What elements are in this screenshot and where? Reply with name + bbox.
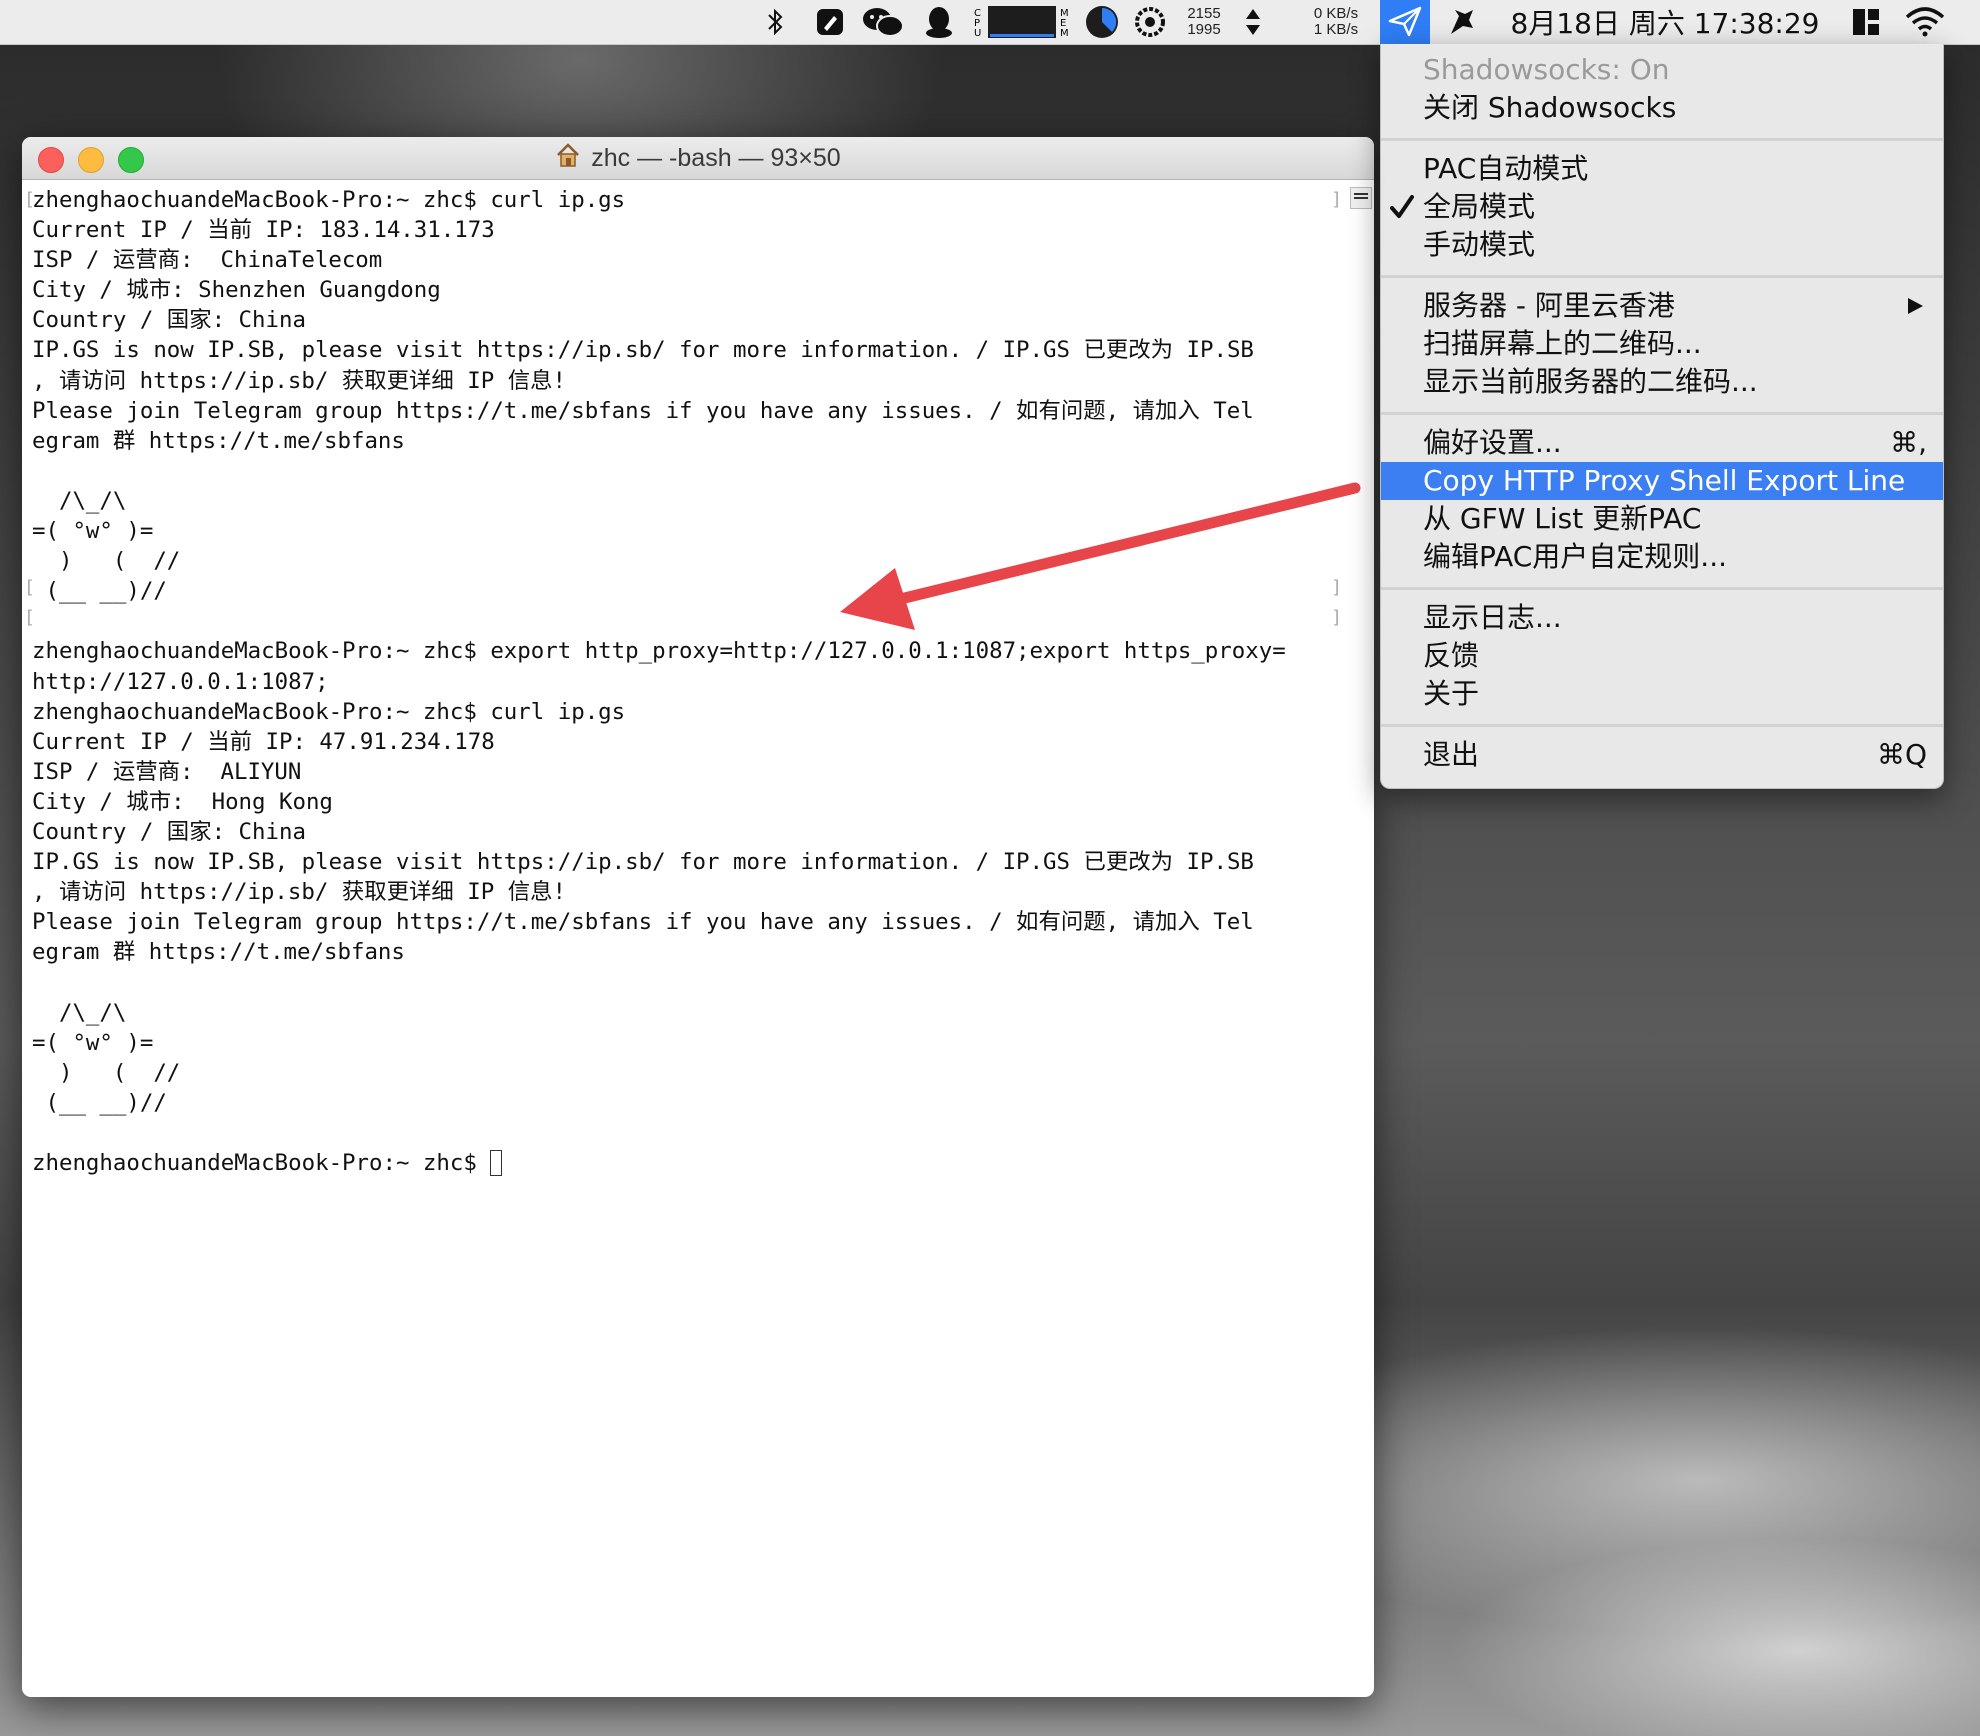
shadowsocks-menu: Shadowsocks: On 关闭 Shadowsocks PAC自动模式 全… <box>1380 44 1944 789</box>
preferences-shortcut: ⌘, <box>1890 426 1927 459</box>
scan-qr-item[interactable]: 扫描屏幕上的二维码... <box>1381 325 1943 363</box>
quit-item[interactable]: 退出 ⌘Q <box>1381 736 1943 774</box>
global-mode-item[interactable]: 全局模式 <box>1381 188 1943 226</box>
pac-mode-item[interactable]: PAC自动模式 <box>1381 150 1943 188</box>
menu-separator <box>1381 412 1943 415</box>
preferences-label: 偏好设置... <box>1423 426 1562 459</box>
quit-label: 退出 <box>1423 738 1480 771</box>
menu-separator <box>1381 724 1943 727</box>
manual-mode-item[interactable]: 手动模式 <box>1381 226 1943 264</box>
feedback-item[interactable]: 反馈 <box>1381 637 1943 675</box>
menu-separator <box>1381 587 1943 590</box>
preferences-item[interactable]: 偏好设置... ⌘, <box>1381 424 1943 462</box>
toggle-shadowsocks-item[interactable]: 关闭 Shadowsocks <box>1381 89 1943 127</box>
menu-separator <box>1381 275 1943 278</box>
menu-separator <box>1381 138 1943 141</box>
edit-pac-rules-item[interactable]: 编辑PAC用户自定规则... <box>1381 538 1943 576</box>
quit-shortcut: ⌘Q <box>1876 738 1927 771</box>
global-mode-label: 全局模式 <box>1423 190 1536 223</box>
server-item[interactable]: 服务器 - 阿里云香港 <box>1381 287 1943 325</box>
status-item: Shadowsocks: On <box>1423 53 1670 86</box>
show-log-item[interactable]: 显示日志... <box>1381 599 1943 637</box>
about-item[interactable]: 关于 <box>1381 675 1943 713</box>
server-label: 服务器 - 阿里云香港 <box>1423 289 1675 322</box>
copy-proxy-export-item[interactable]: Copy HTTP Proxy Shell Export Line <box>1381 462 1943 500</box>
update-pac-item[interactable]: 从 GFW List 更新PAC <box>1381 500 1943 538</box>
show-qr-item[interactable]: 显示当前服务器的二维码... <box>1381 363 1943 401</box>
